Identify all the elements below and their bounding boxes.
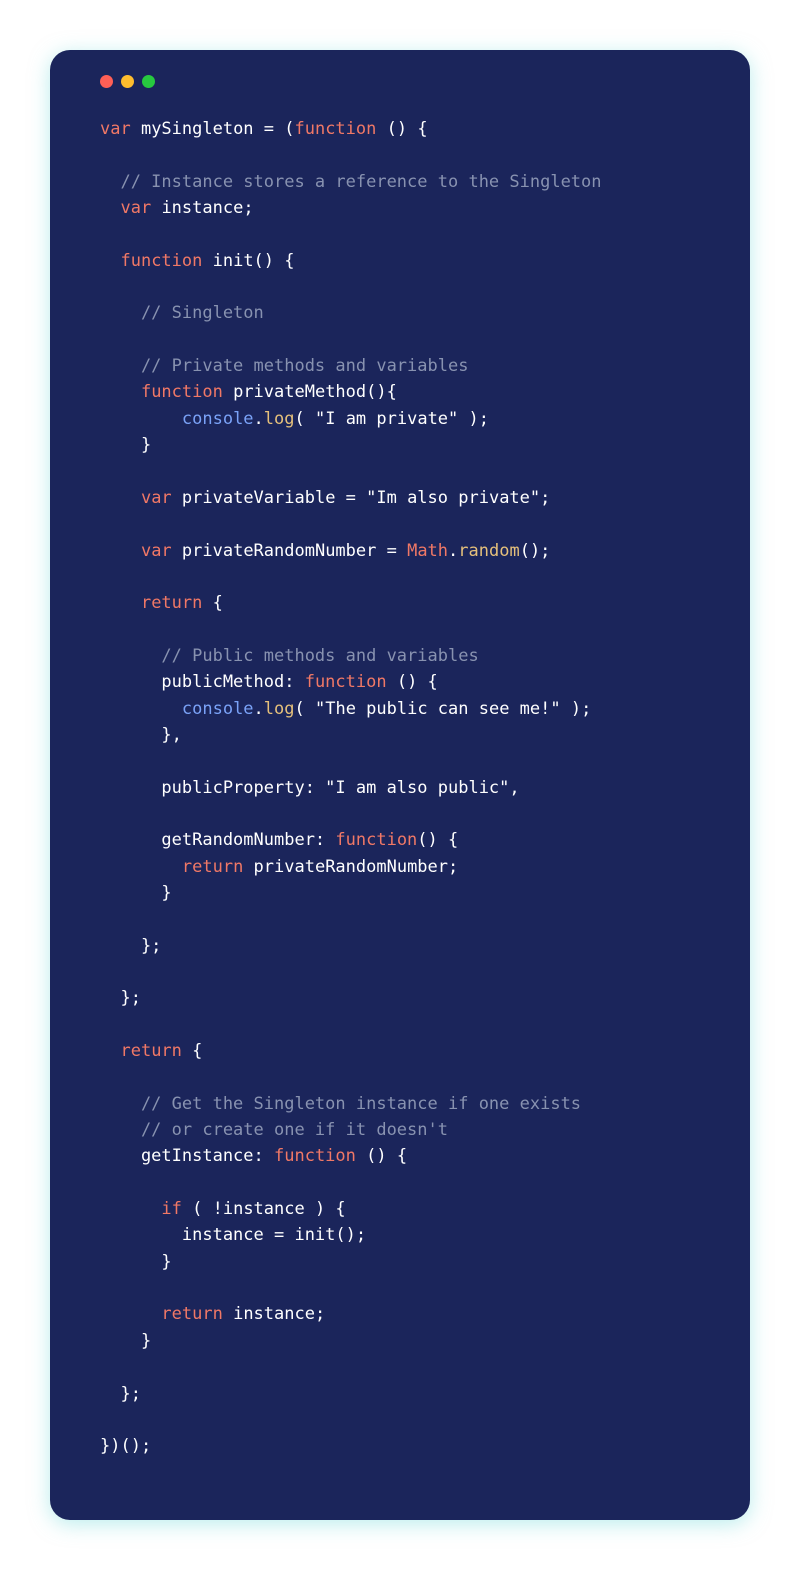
code-text: { <box>202 593 222 613</box>
code-text: } <box>100 1331 151 1351</box>
keyword-if: if <box>161 1199 181 1219</box>
code-text: publicProperty: "I am also public", <box>100 778 520 798</box>
window-titlebar <box>100 75 700 88</box>
code-text <box>100 699 182 719</box>
code-text: . <box>254 699 264 719</box>
code-comment: // Private methods and variables <box>100 356 468 376</box>
keyword-var: var <box>100 119 131 139</box>
code-text: (); <box>520 541 551 561</box>
minimize-icon[interactable] <box>121 75 134 88</box>
code-text: . <box>254 409 264 429</box>
code-text <box>100 409 182 429</box>
code-text: ( !instance ) { <box>182 1199 346 1219</box>
keyword-return: return <box>141 593 202 613</box>
code-text <box>100 1041 120 1061</box>
keyword-function: function <box>335 830 417 850</box>
code-text: privateVariable = "Im also private"; <box>172 488 551 508</box>
code-text: privateRandomNumber; <box>243 857 458 877</box>
code-text: }; <box>100 936 161 956</box>
code-text: init() { <box>202 251 294 271</box>
code-block: var mySingleton = (function () { // Inst… <box>100 116 700 1460</box>
code-text <box>100 488 141 508</box>
code-text: })(); <box>100 1436 151 1456</box>
code-comment: // Singleton <box>100 303 264 323</box>
code-text: } <box>100 1252 172 1272</box>
code-text: } <box>100 435 151 455</box>
code-text: } <box>100 883 172 903</box>
keyword-return: return <box>182 857 243 877</box>
code-comment: // Get the Singleton instance if one exi… <box>100 1094 581 1114</box>
close-icon[interactable] <box>100 75 113 88</box>
keyword-function: function <box>141 382 223 402</box>
method-random: random <box>458 541 519 561</box>
keyword-var: var <box>141 488 172 508</box>
keyword-function: function <box>305 672 387 692</box>
code-text: publicMethod: <box>100 672 305 692</box>
keyword-var: var <box>120 198 151 218</box>
method-log: log <box>264 699 295 719</box>
code-text: instance = init(); <box>100 1225 366 1245</box>
code-text: () { <box>356 1146 407 1166</box>
code-text <box>100 593 141 613</box>
code-text: privateMethod(){ <box>223 382 397 402</box>
class-math: Math <box>407 541 448 561</box>
maximize-icon[interactable] <box>142 75 155 88</box>
code-comment: // Instance stores a reference to the Si… <box>100 172 602 192</box>
code-text: instance; <box>223 1304 325 1324</box>
code-text: . <box>448 541 458 561</box>
code-text <box>100 857 182 877</box>
code-text: }; <box>100 988 141 1008</box>
code-window: var mySingleton = (function () { // Inst… <box>50 50 750 1520</box>
console-object: console <box>182 699 254 719</box>
code-text: getInstance: <box>100 1146 274 1166</box>
code-text: ( "The public can see me!" ); <box>295 699 592 719</box>
method-log: log <box>264 409 295 429</box>
code-text: }; <box>100 1384 141 1404</box>
code-text <box>100 251 120 271</box>
code-comment: // Public methods and variables <box>100 646 479 666</box>
keyword-function: function <box>120 251 202 271</box>
code-text: }, <box>100 725 182 745</box>
keyword-var: var <box>141 541 172 561</box>
code-text: mySingleton = ( <box>131 119 295 139</box>
code-text <box>100 1304 161 1324</box>
code-text: privateRandomNumber = <box>172 541 407 561</box>
code-text: () { <box>387 672 438 692</box>
code-text <box>100 541 141 561</box>
code-text: instance; <box>151 198 253 218</box>
console-object: console <box>182 409 254 429</box>
keyword-return: return <box>161 1304 222 1324</box>
code-text: getRandomNumber: <box>100 830 335 850</box>
keyword-return: return <box>120 1041 181 1061</box>
code-text <box>100 1199 161 1219</box>
code-text <box>100 198 120 218</box>
code-text: ( "I am private" ); <box>295 409 489 429</box>
keyword-function: function <box>274 1146 356 1166</box>
code-text: { <box>182 1041 202 1061</box>
code-comment: // or create one if it doesn't <box>100 1120 448 1140</box>
code-text: () { <box>417 830 458 850</box>
code-text: () { <box>376 119 427 139</box>
keyword-function: function <box>294 119 376 139</box>
code-text <box>100 382 141 402</box>
